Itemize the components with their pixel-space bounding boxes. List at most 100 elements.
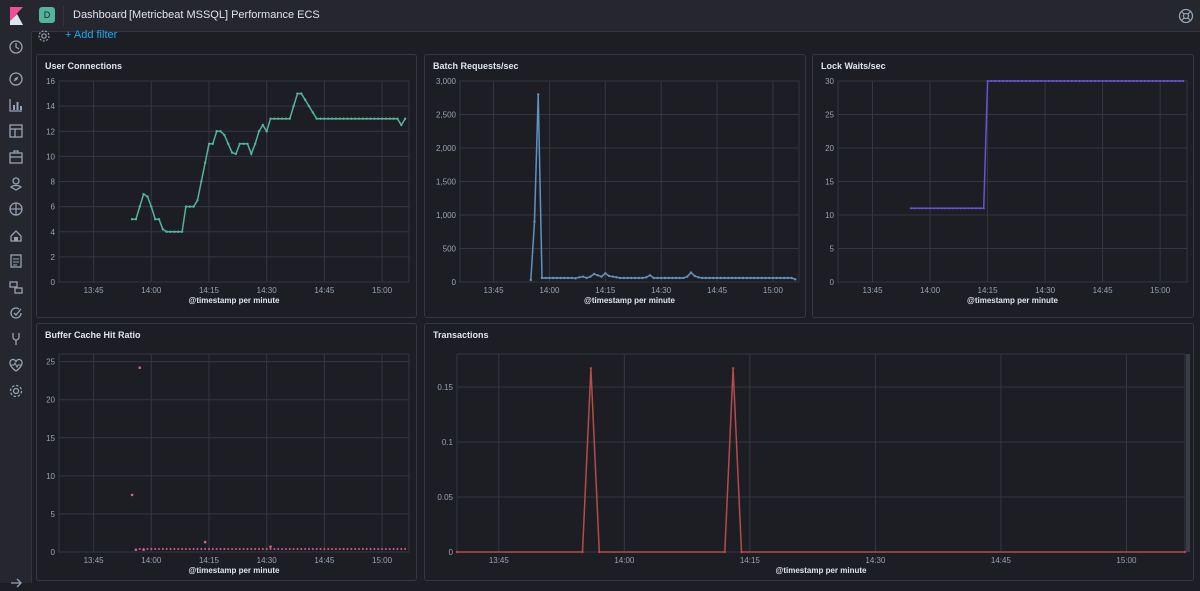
compass-icon[interactable] [8, 71, 24, 87]
monitoring-icon[interactable] [8, 357, 24, 373]
data-point [138, 205, 141, 208]
data-point [1009, 79, 1012, 83]
y-tick-label: 15 [825, 178, 834, 187]
data-point [1151, 79, 1154, 83]
data-point [246, 547, 249, 550]
data-point [234, 152, 238, 156]
data-point [1170, 79, 1173, 83]
data-point [697, 276, 700, 279]
panel-lock-waits[interactable]: Lock Waits/sec 0 5 10 15 20 25 30 13:45 14:00 14:… [812, 54, 1194, 318]
data-point [242, 547, 245, 550]
dashboard-icon[interactable] [8, 123, 24, 139]
data-point [200, 547, 203, 550]
data-point [1013, 79, 1016, 83]
data-point [207, 142, 211, 146]
data-point [157, 217, 161, 221]
data-point [592, 272, 596, 276]
panel-transactions[interactable]: Transactions 0 0.05 0.1 0.15 13:45 14:00 14:15… [424, 323, 1194, 581]
filter-options-gear-icon[interactable] [37, 29, 51, 43]
data-point [1047, 79, 1051, 83]
help-icon[interactable] [1178, 8, 1194, 24]
data-point [1093, 79, 1097, 83]
y-tick-label: 12 [46, 127, 55, 136]
data-point [130, 217, 134, 221]
collapse-icon[interactable] [8, 575, 24, 591]
data-point [615, 276, 618, 279]
data-point [659, 276, 663, 280]
visualize-icon[interactable] [8, 97, 24, 113]
logs-icon[interactable] [8, 253, 24, 269]
data-point [622, 276, 626, 280]
data-point [712, 276, 715, 280]
chart-buffer-cache: 0 5 10 15 20 25 13:45 14:00 14:15 14:30 14:45 15:00… [46, 353, 410, 575]
data-point [334, 117, 338, 120]
data-point [238, 547, 241, 550]
dev-tools-icon[interactable] [8, 331, 24, 347]
data-point [607, 274, 611, 278]
data-point [734, 276, 737, 280]
x-tick-label: 14:00 [920, 286, 941, 295]
x-tick-label: 14:45 [314, 556, 335, 565]
apm-icon[interactable] [8, 279, 24, 295]
data-point [258, 547, 260, 550]
data-point [559, 276, 562, 280]
plot-area [58, 353, 410, 553]
data-point [338, 547, 341, 550]
data-point [303, 98, 307, 102]
x-axis-label: @timestamp per minute [189, 296, 280, 305]
panel-user-connections[interactable]: User Connections 0 2 4 6 8 10 12 14 16 13:45 14:00… [36, 54, 417, 318]
x-tick-label: 13:45 [484, 286, 505, 295]
data-point [533, 220, 536, 223]
x-tick-label: 14:15 [595, 286, 616, 295]
data-point [982, 207, 985, 210]
y-tick-label: 0 [51, 278, 56, 287]
infrastructure-icon[interactable] [8, 227, 24, 243]
data-point [161, 547, 164, 550]
data-point [600, 275, 603, 278]
data-point [974, 207, 978, 210]
canvas-icon[interactable] [8, 149, 24, 165]
maps-icon[interactable] [8, 175, 24, 191]
data-point [529, 278, 532, 282]
data-point [794, 278, 797, 281]
data-point [238, 142, 241, 146]
data-point [215, 130, 218, 133]
data-point [261, 547, 264, 550]
data-point [173, 547, 176, 550]
x-tick-label: 14:00 [141, 286, 162, 295]
add-filter-link[interactable]: + Add filter [65, 29, 117, 41]
data-point [404, 547, 407, 550]
uptime-icon[interactable] [8, 305, 24, 321]
data-point [392, 547, 395, 550]
management-icon[interactable] [8, 383, 24, 399]
panel-batch-requests[interactable]: Batch Requests/sec 0 500 1,000 1,500 2,000 2,… [424, 54, 806, 318]
data-point [986, 79, 989, 83]
data-point [948, 207, 951, 210]
ml-icon[interactable] [8, 201, 24, 217]
data-point [944, 207, 947, 210]
data-point [396, 547, 399, 550]
data-point [1182, 79, 1185, 83]
y-tick-label: 0.05 [437, 493, 453, 502]
y-tick-label: 20 [46, 396, 55, 405]
data-point [304, 547, 307, 550]
y-tick-label: 6 [51, 203, 56, 212]
kibana-logo[interactable] [0, 0, 32, 32]
x-axis-label: @timestamp per minute [776, 566, 867, 575]
data-point [227, 142, 230, 146]
data-point [1024, 79, 1028, 83]
data-point [188, 547, 191, 550]
x-axis-label: @timestamp per minute [584, 296, 675, 305]
data-point [1143, 79, 1146, 83]
data-point [917, 207, 920, 210]
space-avatar[interactable]: D [39, 7, 55, 23]
clock-icon[interactable] [8, 39, 24, 55]
panel-buffer-cache[interactable]: Buffer Cache Hit Ratio 0 5 10 15 20 25 13:45 14… [36, 323, 417, 581]
data-point [1028, 79, 1031, 83]
data-point [192, 547, 195, 550]
data-point [1109, 79, 1112, 83]
data-point [196, 547, 199, 550]
data-point [544, 276, 547, 280]
data-point [1097, 79, 1100, 83]
data-point [384, 547, 387, 550]
